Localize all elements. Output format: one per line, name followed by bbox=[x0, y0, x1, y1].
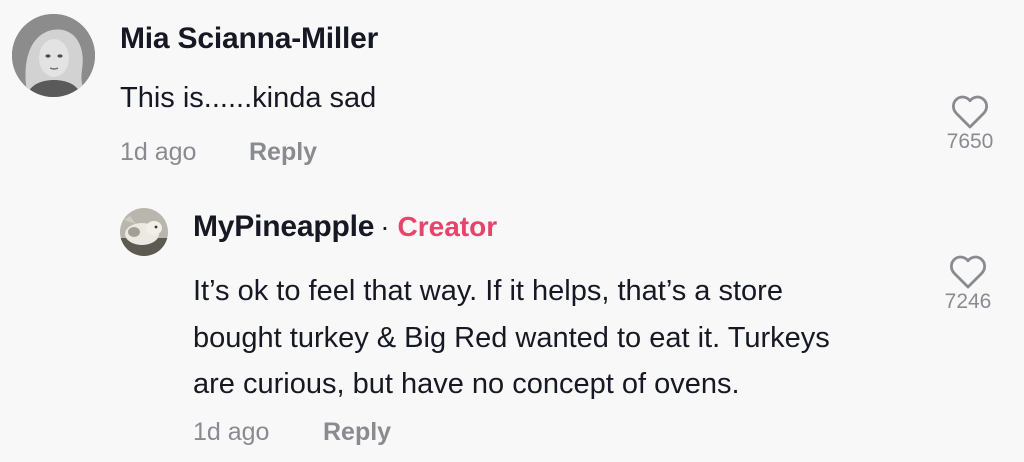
like-count: 7650 bbox=[946, 130, 994, 153]
heart-outline-icon bbox=[950, 255, 986, 289]
reply-reply-button[interactable]: Reply bbox=[323, 418, 391, 447]
like-button[interactable]: 7650 bbox=[930, 94, 1010, 154]
user-avatar-photo-icon bbox=[12, 14, 95, 97]
comment: Mia Scianna-Miller This is......kinda sa… bbox=[0, 0, 1024, 180]
separator-dot: · bbox=[380, 211, 390, 242]
reply-like-button[interactable]: 7246 bbox=[928, 254, 1008, 314]
reply-text-line: are curious, but have no concept of oven… bbox=[193, 368, 740, 400]
comment-timestamp: 1d ago bbox=[120, 138, 197, 166]
creator-badge: Creator bbox=[397, 211, 498, 242]
reply-comment: MyPineapple · Creator It’s ok to feel that… bbox=[0, 196, 1024, 462]
reply-like-count: 7246 bbox=[944, 290, 992, 313]
comment-text: This is......kinda sad bbox=[120, 82, 377, 114]
comment-thread: Mia Scianna-Miller This is......kinda sa… bbox=[0, 0, 1024, 462]
reply-text-line: bought turkey & Big Red wanted to eat it… bbox=[193, 321, 830, 354]
creator-avatar[interactable] bbox=[120, 208, 168, 256]
reply-text: It’s ok to feel that way. If it helps, t… bbox=[193, 268, 913, 408]
reply-timestamp: 1d ago bbox=[193, 418, 270, 446]
heart-outline-icon bbox=[952, 95, 988, 129]
reply-text-line: It’s ok to feel that way. If it helps, t… bbox=[193, 275, 783, 307]
reply-button[interactable]: Reply bbox=[249, 138, 317, 167]
user-avatar[interactable] bbox=[12, 14, 95, 97]
reply-header: MyPineapple · Creator bbox=[193, 210, 497, 244]
creator-avatar-photo-icon bbox=[120, 208, 168, 256]
reply-username[interactable]: MyPineapple bbox=[193, 210, 374, 243]
comment-username[interactable]: Mia Scianna-Miller bbox=[120, 22, 378, 56]
